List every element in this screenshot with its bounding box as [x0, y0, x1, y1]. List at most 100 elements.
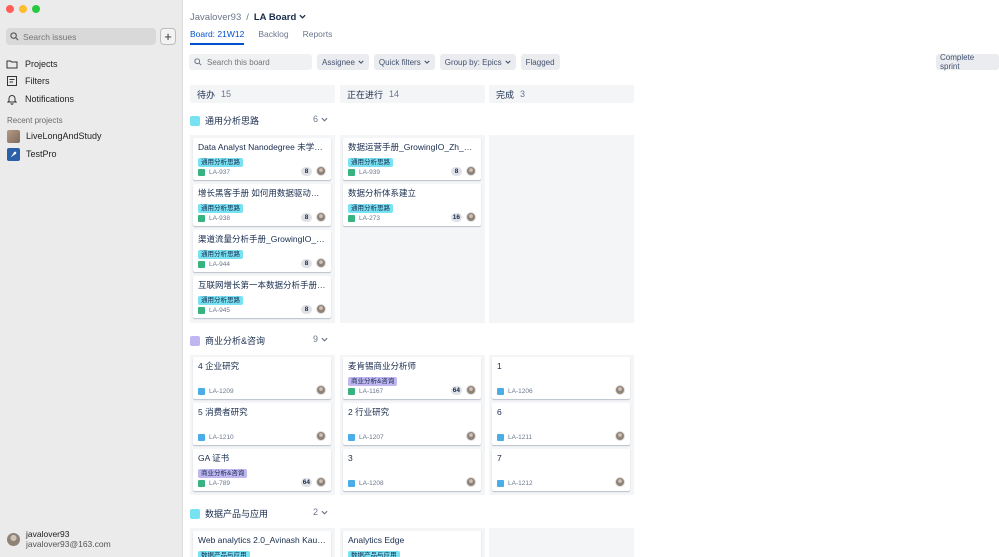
sidebar-item-notifications[interactable]: Notifications [6, 90, 176, 108]
story-icon [348, 387, 355, 395]
folder-icon [6, 60, 18, 69]
issue-key[interactable]: LA-938 [209, 215, 230, 222]
swimlane-header[interactable]: 数据产品与应用 2 [190, 507, 330, 520]
epic-label: 通用分析思路 [198, 250, 243, 259]
issue-summary: 数据运营手册_GrowingIO_Zh_2017 [348, 142, 476, 152]
avatar[interactable] [466, 477, 476, 487]
issue-card[interactable]: Data Analyst Nanodegree 未学完... 通用分析思路 LA-9… [193, 138, 331, 180]
quick-filters-button[interactable]: Quick filters [373, 54, 435, 70]
issue-card[interactable]: 5 消费者研究 LA-1210 [193, 403, 331, 445]
story-points-badge: 64 [300, 478, 312, 487]
task-icon [198, 387, 205, 395]
issue-card[interactable]: GA 证书 商业分析&咨询 LA-789 64 [193, 449, 331, 491]
sidebar-item-filters[interactable]: Filters [6, 73, 176, 91]
issue-key[interactable]: LA-1208 [359, 480, 384, 487]
issue-key[interactable]: LA-789 [209, 480, 230, 487]
tab-reports[interactable]: Reports [303, 29, 333, 45]
swimlane-header[interactable]: 通用分析思路 6 [190, 114, 330, 127]
chevron-down-icon[interactable] [321, 116, 328, 123]
issue-card[interactable]: 4 企业研究 LA-1209 [193, 357, 331, 399]
avatar[interactable] [466, 431, 476, 441]
task-icon [497, 387, 504, 395]
recent-project-livelongandstudy[interactable]: LiveLongAndStudy [7, 127, 102, 145]
project-avatar [7, 129, 20, 143]
story-icon [198, 479, 205, 487]
issue-card[interactable]: 数据分析体系建立 通用分析思路 LA-273 16 [343, 184, 481, 226]
issue-card[interactable]: 互联网增长第一本数据分析手册_... 通用分析思路 LA-945 8 [193, 276, 331, 318]
card-footer: LA-945 8 [198, 304, 326, 315]
issue-card[interactable]: 数据运营手册_GrowingIO_Zh_2017 通用分析思路 LA-939 8 [343, 138, 481, 180]
board-search-input[interactable] [207, 57, 307, 67]
issue-card[interactable]: 3 LA-1208 [343, 449, 481, 491]
story-points-badge: 8 [451, 167, 462, 176]
issue-key[interactable]: LA-1210 [209, 434, 234, 441]
tab-backlog[interactable]: Backlog [258, 29, 288, 45]
avatar[interactable] [316, 166, 326, 176]
issue-card[interactable]: 渠道流量分析手册_GrowingIO_Zh... 通用分析思路 LA-944 8 [193, 230, 331, 272]
issue-key[interactable]: LA-1212 [508, 480, 533, 487]
recent-project-testpro[interactable]: TestPro [7, 145, 102, 163]
avatar[interactable] [316, 431, 326, 441]
issue-card[interactable]: 2 行业研究 LA-1207 [343, 403, 481, 445]
issue-card[interactable]: Analytics Edge 数据产品与应用 [343, 531, 481, 557]
issue-key[interactable]: LA-1206 [508, 388, 533, 395]
issue-summary: 7 [497, 453, 502, 463]
chevron-down-icon[interactable] [321, 509, 328, 516]
assignee-filter-button[interactable]: Assignee [317, 54, 369, 70]
issue-key[interactable]: LA-1211 [508, 434, 532, 441]
avatar[interactable] [316, 258, 326, 268]
issue-key[interactable]: LA-1209 [209, 388, 234, 395]
swimlane-header[interactable]: 商业分析&咨询 9 [190, 334, 330, 347]
avatar[interactable] [316, 477, 326, 487]
avatar[interactable] [316, 304, 326, 314]
complete-sprint-button[interactable]: Complete sprint [936, 53, 999, 71]
issue-key[interactable]: LA-1207 [359, 434, 384, 441]
zoom-window-button[interactable] [32, 5, 40, 13]
issue-key[interactable]: LA-1167 [359, 388, 383, 395]
flagged-filter-button[interactable]: Flagged [520, 54, 560, 70]
board-selector[interactable]: LA Board [254, 12, 306, 23]
issue-card[interactable]: 6 LA-1211 [492, 403, 630, 445]
card-footer: LA-1206 [497, 385, 625, 396]
issue-key[interactable]: LA-273 [359, 215, 380, 222]
chevron-down-icon[interactable] [321, 336, 328, 343]
issue-search-input[interactable] [23, 31, 143, 42]
button-label: Quick filters [378, 57, 421, 67]
avatar[interactable] [466, 166, 476, 176]
card-footer: LA-1209 [198, 385, 326, 396]
issue-card[interactable]: Web analytics 2.0_Avinash Kaushik... 数据产品… [193, 531, 331, 557]
avatar[interactable] [466, 212, 476, 222]
user-profile[interactable]: javalover93 javalover93@163.com [7, 529, 111, 550]
issue-card[interactable]: 增长黑客手册 如何用数据驱动爆... 通用分析思路 LA-938 8 [193, 184, 331, 226]
issue-summary: 渠道流量分析手册_GrowingIO_Zh... [198, 234, 326, 244]
issue-card[interactable]: 7 LA-1212 [492, 449, 630, 491]
close-window-button[interactable] [6, 5, 14, 13]
minimize-window-button[interactable] [19, 5, 27, 13]
issue-key[interactable]: LA-937 [209, 169, 230, 176]
tab-board[interactable]: Board: 21W12 [190, 29, 245, 45]
story-points-badge: 16 [450, 213, 462, 222]
swimlane-title: 通用分析思路 [205, 116, 260, 126]
issue-card[interactable]: 1 LA-1206 [492, 357, 630, 399]
issue-search-box[interactable] [6, 28, 156, 45]
breadcrumb-owner[interactable]: Javalover93 [190, 12, 241, 23]
issue-key[interactable]: LA-945 [209, 307, 230, 314]
chevron-down-icon [424, 60, 430, 64]
group-by-button[interactable]: Group by: Epics [439, 54, 516, 70]
card-footer: LA-1211 [497, 431, 625, 442]
avatar[interactable] [316, 385, 326, 395]
card-footer: LA-937 8 [198, 166, 326, 177]
issue-card[interactable]: 麦肯锡商业分析师 商业分析&咨询 LA-1167 64 [343, 357, 481, 399]
avatar[interactable] [615, 431, 625, 441]
issue-key[interactable]: LA-939 [359, 169, 380, 176]
sidebar-item-projects[interactable]: Projects [6, 55, 176, 73]
avatar[interactable] [615, 385, 625, 395]
button-label: Assignee [322, 57, 355, 67]
avatar[interactable] [615, 477, 625, 487]
board-search-box[interactable] [189, 54, 312, 70]
issue-key[interactable]: LA-944 [209, 261, 230, 268]
avatar[interactable] [466, 385, 476, 395]
avatar[interactable] [316, 212, 326, 222]
create-issue-button[interactable]: + [160, 28, 176, 45]
story-points-badge: 8 [301, 305, 312, 314]
